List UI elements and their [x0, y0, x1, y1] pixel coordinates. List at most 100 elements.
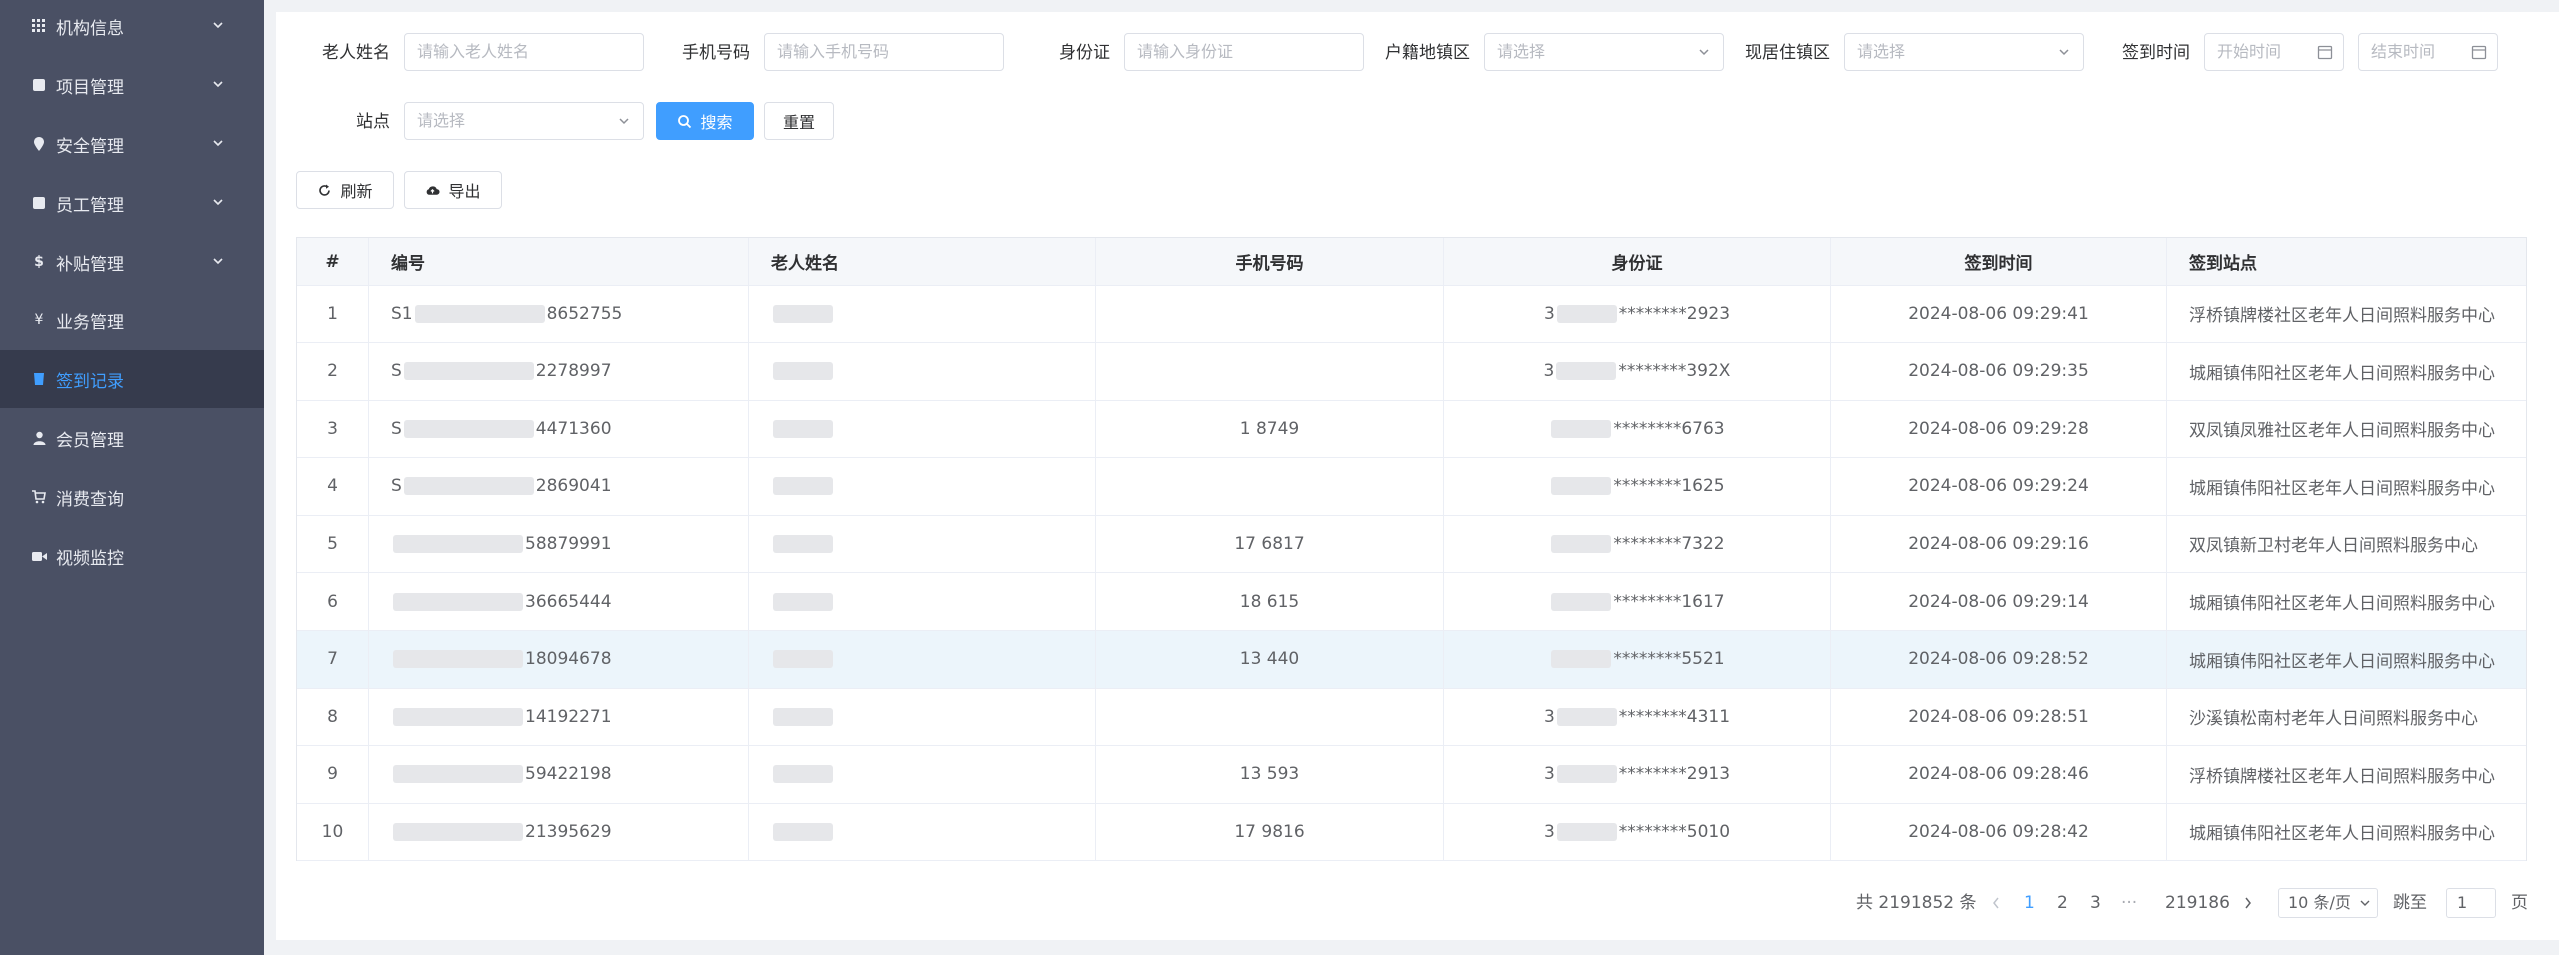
masked-text: [414, 304, 545, 323]
chevron-down-icon: [1699, 49, 1709, 56]
checkin-time-cell: 2024-08-06 09:29:28: [1831, 400, 2167, 458]
jump-page-input[interactable]: 1: [2446, 888, 2496, 918]
phone-label: 手机号码: [682, 43, 750, 63]
page-1-button[interactable]: 1: [2024, 888, 2035, 918]
code-cell: 18094678: [369, 630, 749, 688]
next-page-button[interactable]: [2242, 888, 2254, 918]
phone-cell: 17 9816: [1096, 803, 1444, 861]
sidebar-item-label: 员工管理: [56, 195, 124, 216]
masked-text: [403, 362, 534, 381]
location-pin-icon: [30, 135, 48, 153]
checkin-time-cell: 2024-08-06 09:28:52: [1831, 630, 2167, 688]
reset-button[interactable]: 重置: [764, 102, 834, 140]
masked-text: [773, 592, 833, 611]
column-header[interactable]: 身份证: [1444, 238, 1831, 285]
page-2-button[interactable]: 2: [2057, 888, 2068, 918]
residence-town-select[interactable]: 请选择: [1844, 33, 2084, 71]
table-row[interactable]: 7 18094678 13 440 ********5521 2024-08-06 09…: [297, 630, 2526, 689]
end-time-input[interactable]: 结束时间: [2358, 33, 2498, 71]
masked-text: [773, 765, 833, 784]
column-header[interactable]: 老人姓名: [749, 238, 1096, 285]
chevron-down-icon: [619, 118, 629, 125]
checkin-records-table: # 编号 老人姓名 手机号码 身份证 签到时间 签到站点 1 S1 8652755 3…: [296, 237, 2527, 862]
sidebar-item-label: 安全管理: [56, 136, 124, 157]
table-row[interactable]: 9 59422198 13 593 3 ********2913 2024-08-06 0…: [297, 745, 2526, 804]
refresh-button[interactable]: 刷新: [296, 171, 394, 209]
id-card-cell: 3 ********392X: [1444, 342, 1831, 400]
masked-text: [403, 419, 534, 438]
yen-icon: ¥: [34, 312, 44, 328]
masked-text: [393, 650, 523, 669]
masked-text: [403, 477, 534, 496]
refresh-icon: [319, 184, 331, 196]
row-index-cell: 5: [297, 515, 369, 573]
table-row[interactable]: 4 S 2869041 ********1625 2024-08-06 09:29:24…: [297, 457, 2526, 516]
sidebar-item-consumption[interactable]: 消费查询: [0, 468, 264, 526]
cloud-upload-icon: [427, 185, 441, 195]
row-index-cell: 3: [297, 400, 369, 458]
elder-name-cell: [749, 400, 1096, 458]
id-card-cell: ********1625: [1444, 457, 1831, 515]
sidebar-item-members[interactable]: 会员管理: [0, 409, 264, 467]
household-town-select[interactable]: 请选择: [1484, 33, 1724, 71]
row-index-cell: 6: [297, 573, 369, 630]
table-row[interactable]: 2 S 2278997 3 ********392X 2024-08-06 09:29:3…: [297, 342, 2526, 401]
table-row[interactable]: 6 36665444 18 615 ********1617 2024-08-06 09…: [297, 573, 2526, 631]
chevron-down-icon: [2360, 900, 2370, 906]
masked-text: [1551, 419, 1612, 438]
code-cell: S 2869041: [369, 457, 749, 515]
table-row[interactable]: 1 S1 8652755 3 ********2923 2024-08-06 09:29:…: [297, 285, 2526, 343]
more-pages-ellipsis[interactable]: ···: [2121, 888, 2137, 918]
table-row[interactable]: 3 S 4471360 1 8749 ********6763 2024-08-06 09…: [297, 400, 2526, 459]
search-button[interactable]: 搜索: [656, 102, 754, 140]
sidebar-item-video[interactable]: 视频监控: [0, 527, 264, 585]
elder-name-cell: [749, 745, 1096, 803]
last-page-button[interactable]: 219186: [2165, 888, 2230, 918]
table-row[interactable]: 5 58879991 17 6817 ********7322 2024-08-06 0…: [297, 515, 2526, 574]
elder-name-cell: [749, 688, 1096, 746]
sidebar-item-subsidy[interactable]: $ 补贴管理: [0, 233, 264, 291]
table-header: # 编号 老人姓名 手机号码 身份证 签到时间 签到站点: [297, 238, 2526, 286]
sidebar-item-label: 项目管理: [56, 77, 124, 98]
code-cell: S 2278997: [369, 342, 749, 400]
sidebar-item-security[interactable]: 安全管理: [0, 115, 264, 173]
dollar-icon: $: [34, 254, 44, 270]
phone-cell: 17 6817: [1096, 515, 1444, 573]
folder-icon: [30, 76, 48, 94]
start-time-input[interactable]: 开始时间: [2204, 33, 2344, 71]
elder-name-input[interactable]: 请输入老人姓名: [404, 33, 644, 71]
sidebar-item-projects[interactable]: 项目管理: [0, 56, 264, 114]
column-header[interactable]: #: [297, 238, 369, 285]
page-3-button[interactable]: 3: [2090, 888, 2101, 918]
prev-page-button[interactable]: [1990, 888, 2002, 918]
table-row[interactable]: 10 21395629 17 9816 3 ********5010 2024-08-06…: [297, 803, 2526, 862]
sidebar-item-business[interactable]: ¥ 业务管理: [0, 291, 264, 349]
phone-cell: [1096, 457, 1444, 515]
total-count: 共 2191852 条: [1856, 893, 1977, 913]
chevron-down-icon: [213, 22, 223, 29]
id-card-input[interactable]: 请输入身份证: [1124, 33, 1364, 71]
checkin-station-cell: 城厢镇伟阳社区老年人日间照料服务中心: [2189, 478, 2495, 499]
checkin-time-label: 签到时间: [2122, 43, 2190, 63]
column-header[interactable]: 编号: [369, 238, 749, 285]
phone-input[interactable]: 请输入手机号码: [764, 33, 1004, 71]
chevron-down-icon: [213, 81, 223, 88]
page-size-select[interactable]: 10 条/页: [2278, 888, 2378, 918]
id-card-cell: 3 ********4311: [1444, 688, 1831, 746]
export-button[interactable]: 导出: [404, 171, 502, 209]
column-header[interactable]: 手机号码: [1096, 238, 1444, 285]
sidebar-item-staff[interactable]: 员工管理: [0, 174, 264, 232]
station-select[interactable]: 请选择: [404, 102, 644, 140]
table-row[interactable]: 8 14192271 3 ********4311 2024-08-06 09:28:5…: [297, 688, 2526, 747]
checkin-station-cell: 双凤镇新卫村老年人日间照料服务中心: [2189, 536, 2478, 557]
sidebar-item-checkin-records[interactable]: 签到记录: [0, 350, 264, 408]
checkin-time-cell: 2024-08-06 09:29:41: [1831, 285, 2167, 342]
sidebar-item-org-info[interactable]: 机构信息: [0, 0, 264, 55]
checkin-time-cell: 2024-08-06 09:28:51: [1831, 688, 2167, 746]
column-header[interactable]: 签到时间: [1831, 238, 2167, 285]
code-cell: 59422198: [369, 745, 749, 803]
column-header[interactable]: 签到站点: [2167, 238, 2526, 285]
elder-name-cell: [749, 573, 1096, 630]
checkin-station-cell: 双凤镇凤雅社区老年人日间照料服务中心: [2189, 421, 2495, 442]
row-index-cell: 10: [297, 803, 369, 861]
